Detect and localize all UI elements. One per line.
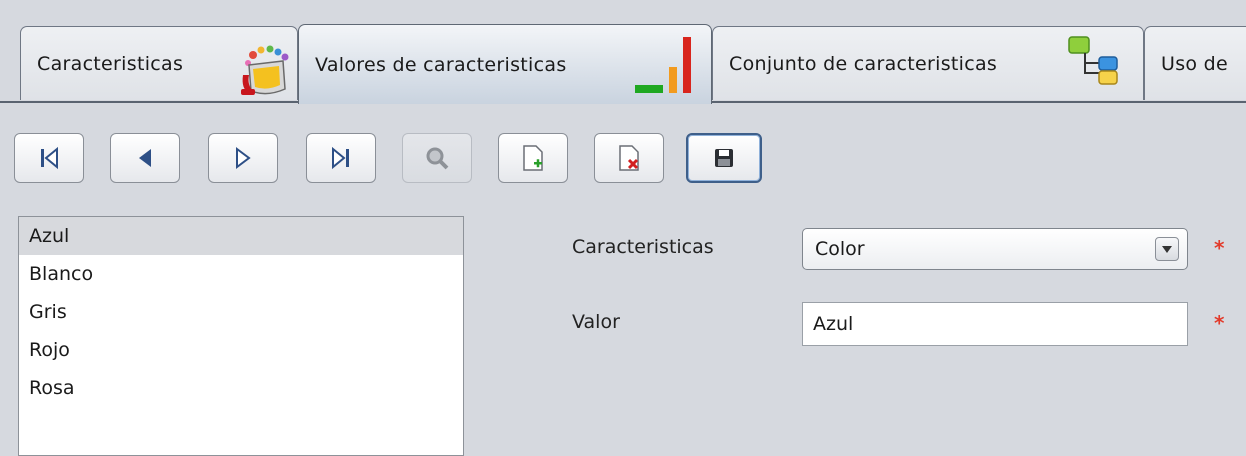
delete-document-icon — [619, 145, 639, 171]
bar-chart-icon — [633, 33, 695, 100]
new-record-button[interactable] — [498, 133, 568, 183]
next-icon — [236, 147, 251, 169]
tab-uso-de[interactable]: Uso de — [1144, 26, 1246, 100]
search-button[interactable] — [402, 133, 472, 183]
new-document-icon — [523, 145, 543, 171]
delete-record-button[interactable] — [594, 133, 664, 183]
valor-input[interactable]: Azul — [802, 302, 1188, 346]
list-item[interactable]: Blanco — [19, 255, 463, 293]
tree-structure-icon — [1065, 31, 1129, 94]
tab-label: Valores de caracteristicas — [315, 53, 567, 76]
required-marker: * — [1214, 311, 1225, 335]
list-item[interactable]: Rojo — [19, 331, 463, 369]
values-list[interactable]: Azul Blanco Gris Rojo Rosa — [18, 216, 464, 456]
list-item[interactable]: Gris — [19, 293, 463, 331]
tab-valores-de-caracteristicas[interactable]: Valores de caracteristicas — [298, 24, 712, 104]
next-record-button[interactable] — [208, 133, 278, 183]
tab-caracteristicas[interactable]: Caracteristicas — [20, 26, 298, 100]
required-marker: * — [1214, 236, 1225, 260]
previous-icon — [139, 149, 151, 167]
combobox-value: Color — [815, 238, 865, 260]
valor-label: Valor — [572, 311, 620, 333]
tab-conjunto-de-caracteristicas[interactable]: Conjunto de caracteristicas — [712, 26, 1144, 100]
tab-label: Conjunto de caracteristicas — [729, 52, 998, 75]
last-record-button[interactable] — [306, 133, 376, 183]
search-icon — [426, 147, 449, 170]
tab-label: Uso de — [1161, 52, 1229, 75]
tab-label: Caracteristicas — [37, 52, 184, 75]
caracteristicas-label: Caracteristicas — [572, 236, 714, 258]
first-icon — [41, 146, 58, 170]
list-item[interactable]: Azul — [19, 217, 463, 255]
save-button[interactable] — [686, 133, 762, 183]
paint-bucket-icon — [239, 45, 299, 102]
list-item[interactable]: Rosa — [19, 369, 463, 407]
tab-bar: Caracteristicas Valores de caracteristic… — [0, 0, 1246, 104]
last-icon — [332, 146, 349, 170]
first-record-button[interactable] — [14, 133, 84, 183]
previous-record-button[interactable] — [110, 133, 180, 183]
caracteristicas-combobox[interactable]: Color — [802, 228, 1188, 270]
chevron-down-icon[interactable] — [1155, 237, 1179, 261]
save-icon — [715, 149, 733, 167]
